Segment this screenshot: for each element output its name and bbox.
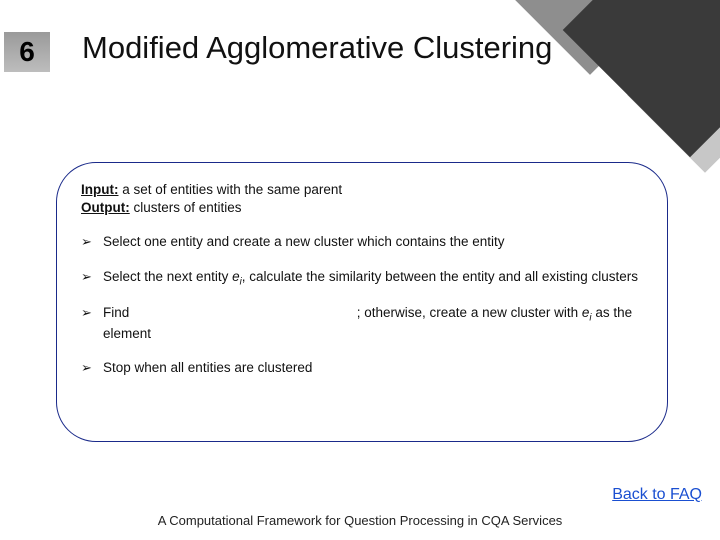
- back-to-faq-link[interactable]: Back to FAQ: [612, 486, 702, 504]
- formula-image-slot: [133, 307, 353, 321]
- slide-title: Modified Agglomerative Clustering: [82, 30, 680, 66]
- entity-e: e: [232, 269, 240, 284]
- bullet-2: Select the next entity ei, calculate the…: [81, 268, 643, 289]
- slide: 6 Modified Agglomerative Clustering Inpu…: [0, 0, 720, 540]
- bullet-2-text-a: Select the next entity: [103, 269, 232, 284]
- bullet-4: Stop when all entities are clustered: [81, 359, 643, 377]
- bullet-3: Find ; otherwise, create a new cluster w…: [81, 304, 643, 343]
- algorithm-panel: Input: a set of entities with the same p…: [56, 162, 668, 442]
- bullet-1-text: Select one entity and create a new clust…: [103, 234, 504, 249]
- entity-ei: ei: [232, 269, 242, 284]
- accent-triangle-dark: [563, 0, 720, 157]
- bullet-2-text-b: , calculate the similarity between the e…: [242, 269, 638, 284]
- output-text: clusters of entities: [130, 200, 242, 215]
- bullet-3-text-a: Find: [103, 305, 133, 320]
- output-line: Output: clusters of entities: [81, 199, 643, 217]
- io-block: Input: a set of entities with the same p…: [81, 181, 643, 217]
- footer-text: A Computational Framework for Question P…: [0, 513, 720, 528]
- input-text: a set of entities with the same parent: [118, 182, 342, 197]
- bullet-list: Select one entity and create a new clust…: [81, 233, 643, 377]
- output-label: Output:: [81, 200, 130, 215]
- bullet-4-text: Stop when all entities are clustered: [103, 360, 312, 375]
- input-label: Input:: [81, 182, 118, 197]
- entity-ei-2: ei: [582, 305, 592, 320]
- page-number-badge: 6: [4, 32, 50, 72]
- bullet-1: Select one entity and create a new clust…: [81, 233, 643, 251]
- bullet-3-text-b: ; otherwise, create a new cluster with: [353, 305, 582, 320]
- page-number: 6: [19, 36, 35, 68]
- input-line: Input: a set of entities with the same p…: [81, 181, 643, 199]
